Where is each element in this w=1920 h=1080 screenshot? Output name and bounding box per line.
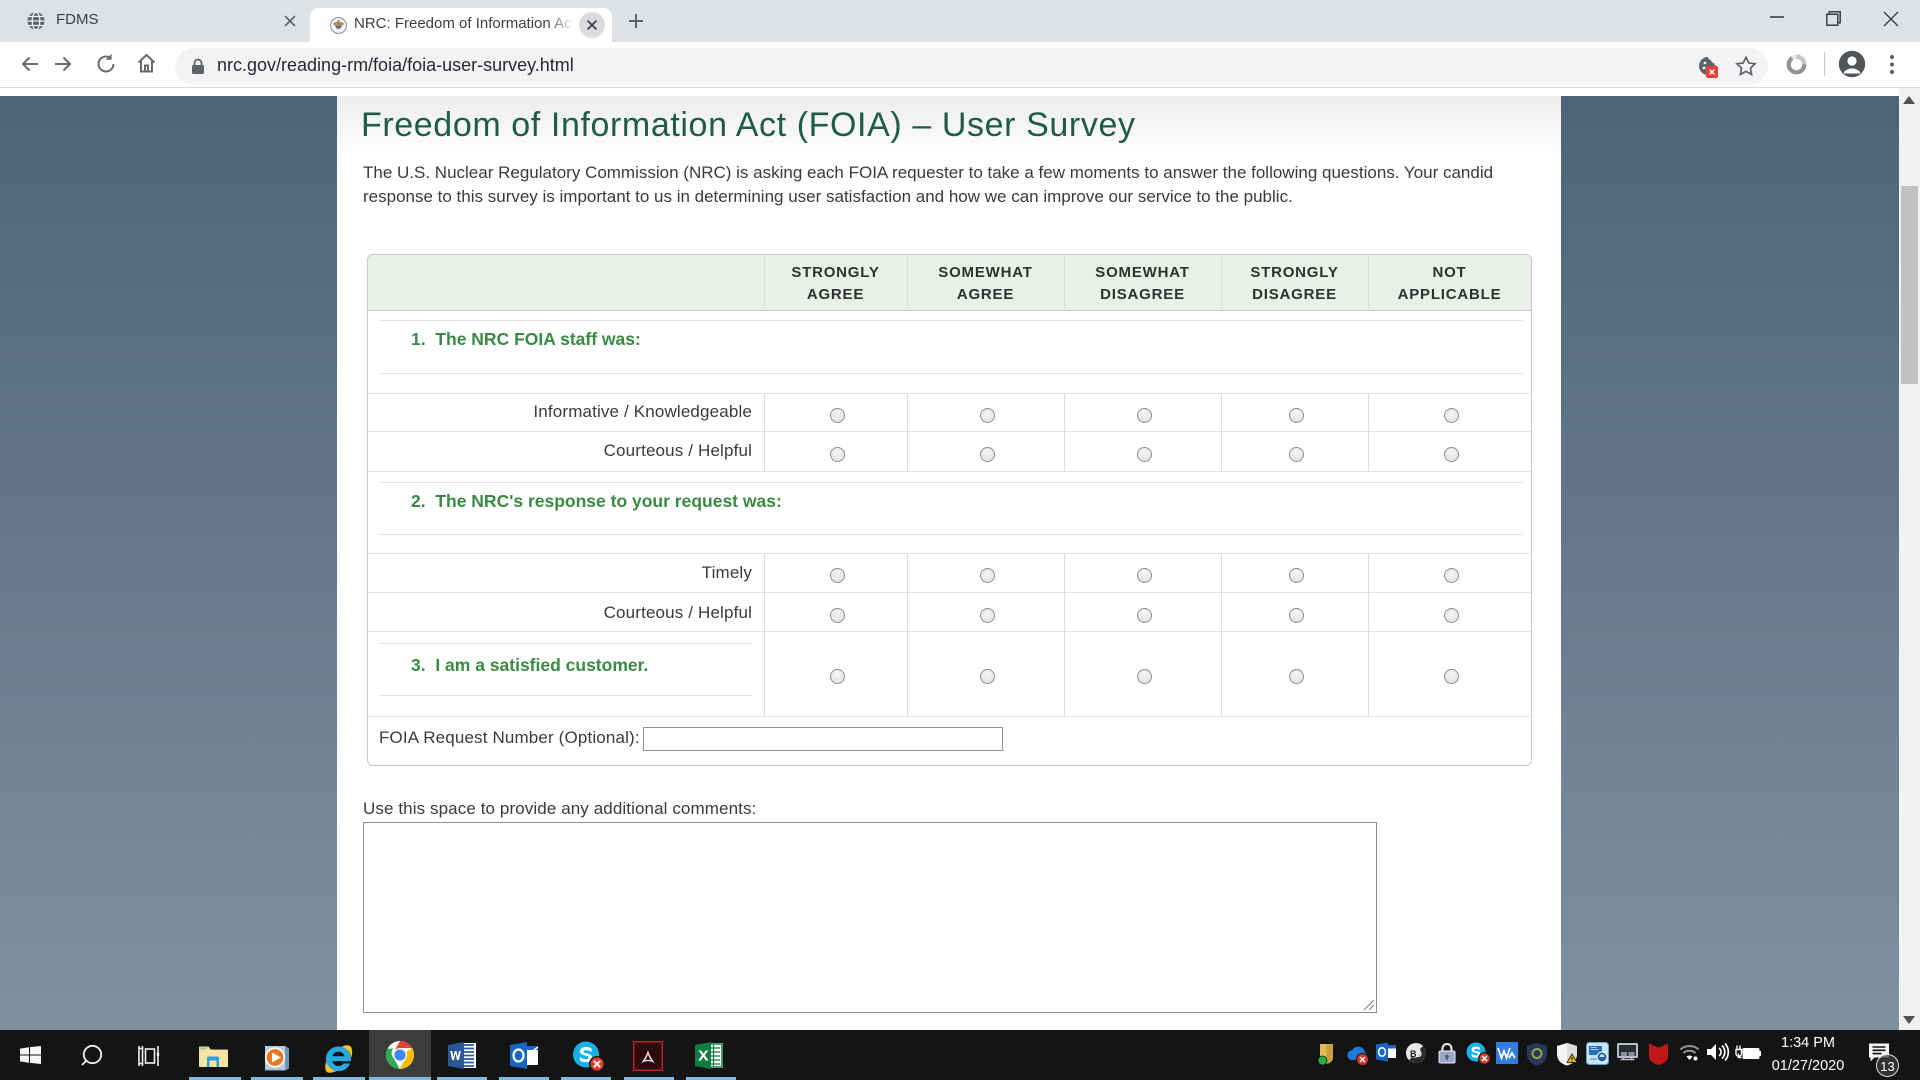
svg-text:D: D (1416, 1049, 1423, 1059)
